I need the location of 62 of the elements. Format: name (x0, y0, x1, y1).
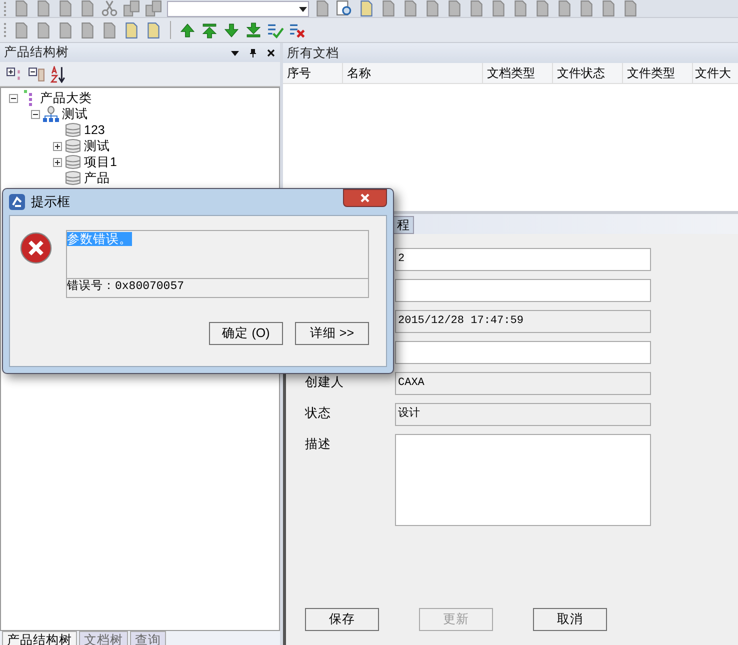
input-field[interactable]: 2 (395, 248, 651, 271)
dialog-button[interactable]: 详细 >> (295, 322, 369, 345)
cylinder-icon (65, 154, 81, 170)
column-header[interactable]: 名称 (343, 63, 483, 83)
app-icon (9, 194, 25, 210)
close-icon (360, 193, 370, 203)
arrow-icon[interactable] (223, 22, 240, 38)
cylinder-icon (65, 122, 81, 138)
cylinder-icon (65, 138, 81, 154)
form-button[interactable]: 保存 (305, 608, 379, 631)
input-field[interactable]: 设计 (395, 403, 651, 426)
tree-item[interactable]: 测试 (62, 106, 88, 122)
field-label: 状态 (305, 406, 331, 420)
panel-tab[interactable]: 查询 (130, 631, 166, 645)
panel-title: 所有文档 (287, 44, 340, 62)
panel-title: 产品结构树 (4, 44, 70, 61)
search-icon[interactable] (336, 0, 353, 17)
field-label: 描述 (305, 437, 331, 451)
pin-icon[interactable] (248, 48, 258, 58)
column-header[interactable]: 文件类型 (623, 63, 693, 83)
close-icon[interactable] (266, 48, 276, 58)
arrow-icon[interactable] (245, 22, 262, 38)
error-icon (20, 232, 52, 264)
tree-item[interactable]: 产品 (84, 170, 110, 186)
expand-all-icon[interactable] (6, 66, 23, 82)
column-header[interactable]: 文件大 (693, 63, 731, 83)
document-icon[interactable] (123, 22, 140, 38)
collapse-icon[interactable] (31, 110, 40, 118)
column-header[interactable]: 文件状态 (553, 63, 623, 83)
dialog-button[interactable]: 确定 (O) (209, 322, 283, 345)
tree-item[interactable]: 123 (84, 123, 105, 137)
input-field[interactable]: CAXA (395, 372, 651, 395)
assembly-icon (43, 106, 59, 122)
panel-tab[interactable]: 文档树 (79, 631, 128, 645)
arrow-icon[interactable] (179, 22, 196, 38)
column-header[interactable]: 文档类型 (483, 63, 553, 83)
tree-item[interactable]: 测试 (84, 138, 110, 154)
collapse-icon[interactable] (9, 94, 18, 102)
cylinder-icon (65, 170, 81, 186)
tree-item[interactable]: 产品大类 (40, 90, 92, 106)
error-code: 错误号：0x80070057 (67, 279, 186, 295)
dialog-title: 提示框 (31, 193, 71, 211)
error-message: 参数错误。 (67, 232, 132, 246)
document-icon[interactable] (145, 22, 162, 38)
field-label: 创建人 (305, 375, 344, 389)
column-header[interactable]: 序号 (283, 63, 343, 83)
arrow-icon[interactable] (201, 22, 218, 38)
delete-list-icon[interactable] (289, 22, 306, 38)
input-field[interactable]: 2015/12/28 17:47:59 (395, 310, 651, 333)
input-field[interactable] (395, 341, 651, 364)
expand-icon[interactable] (53, 158, 62, 166)
collapse-all-icon[interactable] (28, 66, 45, 82)
close-button[interactable] (343, 189, 387, 207)
text-area[interactable] (395, 434, 651, 526)
input-field[interactable] (395, 279, 651, 302)
expand-icon[interactable] (53, 142, 62, 150)
form-button[interactable]: 取消 (533, 608, 607, 631)
checklist-icon[interactable] (267, 22, 284, 38)
tree-item[interactable]: 项目1 (84, 154, 117, 170)
sort-icon[interactable] (50, 66, 67, 82)
panel-tab[interactable]: 产品结构树 (2, 631, 77, 645)
properties-tab[interactable]: 程 (393, 216, 414, 234)
